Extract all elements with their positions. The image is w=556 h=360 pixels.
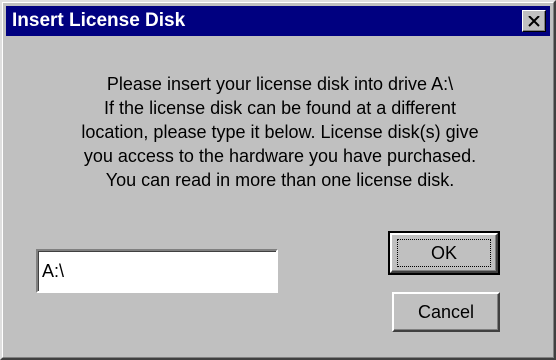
title-bar: Insert License Disk bbox=[6, 6, 550, 36]
insert-license-disk-dialog: Insert License Disk Please insert your l… bbox=[0, 0, 556, 360]
message-line: If the license disk can be found at a di… bbox=[104, 98, 456, 118]
instruction-message: Please insert your license disk into dri… bbox=[42, 72, 518, 192]
message-line: you access to the hardware you have purc… bbox=[83, 146, 477, 166]
license-path-input[interactable] bbox=[36, 249, 278, 293]
message-line: You can read in more than one license di… bbox=[105, 170, 455, 190]
message-line: location, please type it below. License … bbox=[81, 122, 479, 142]
close-x-icon bbox=[528, 15, 540, 27]
window-title: Insert License Disk bbox=[12, 10, 186, 31]
close-button[interactable] bbox=[522, 10, 546, 32]
ok-button[interactable]: OK bbox=[388, 231, 500, 275]
ok-button-label: OK bbox=[397, 239, 491, 267]
message-line: Please insert your license disk into dri… bbox=[106, 74, 454, 94]
cancel-button[interactable]: Cancel bbox=[392, 292, 500, 332]
